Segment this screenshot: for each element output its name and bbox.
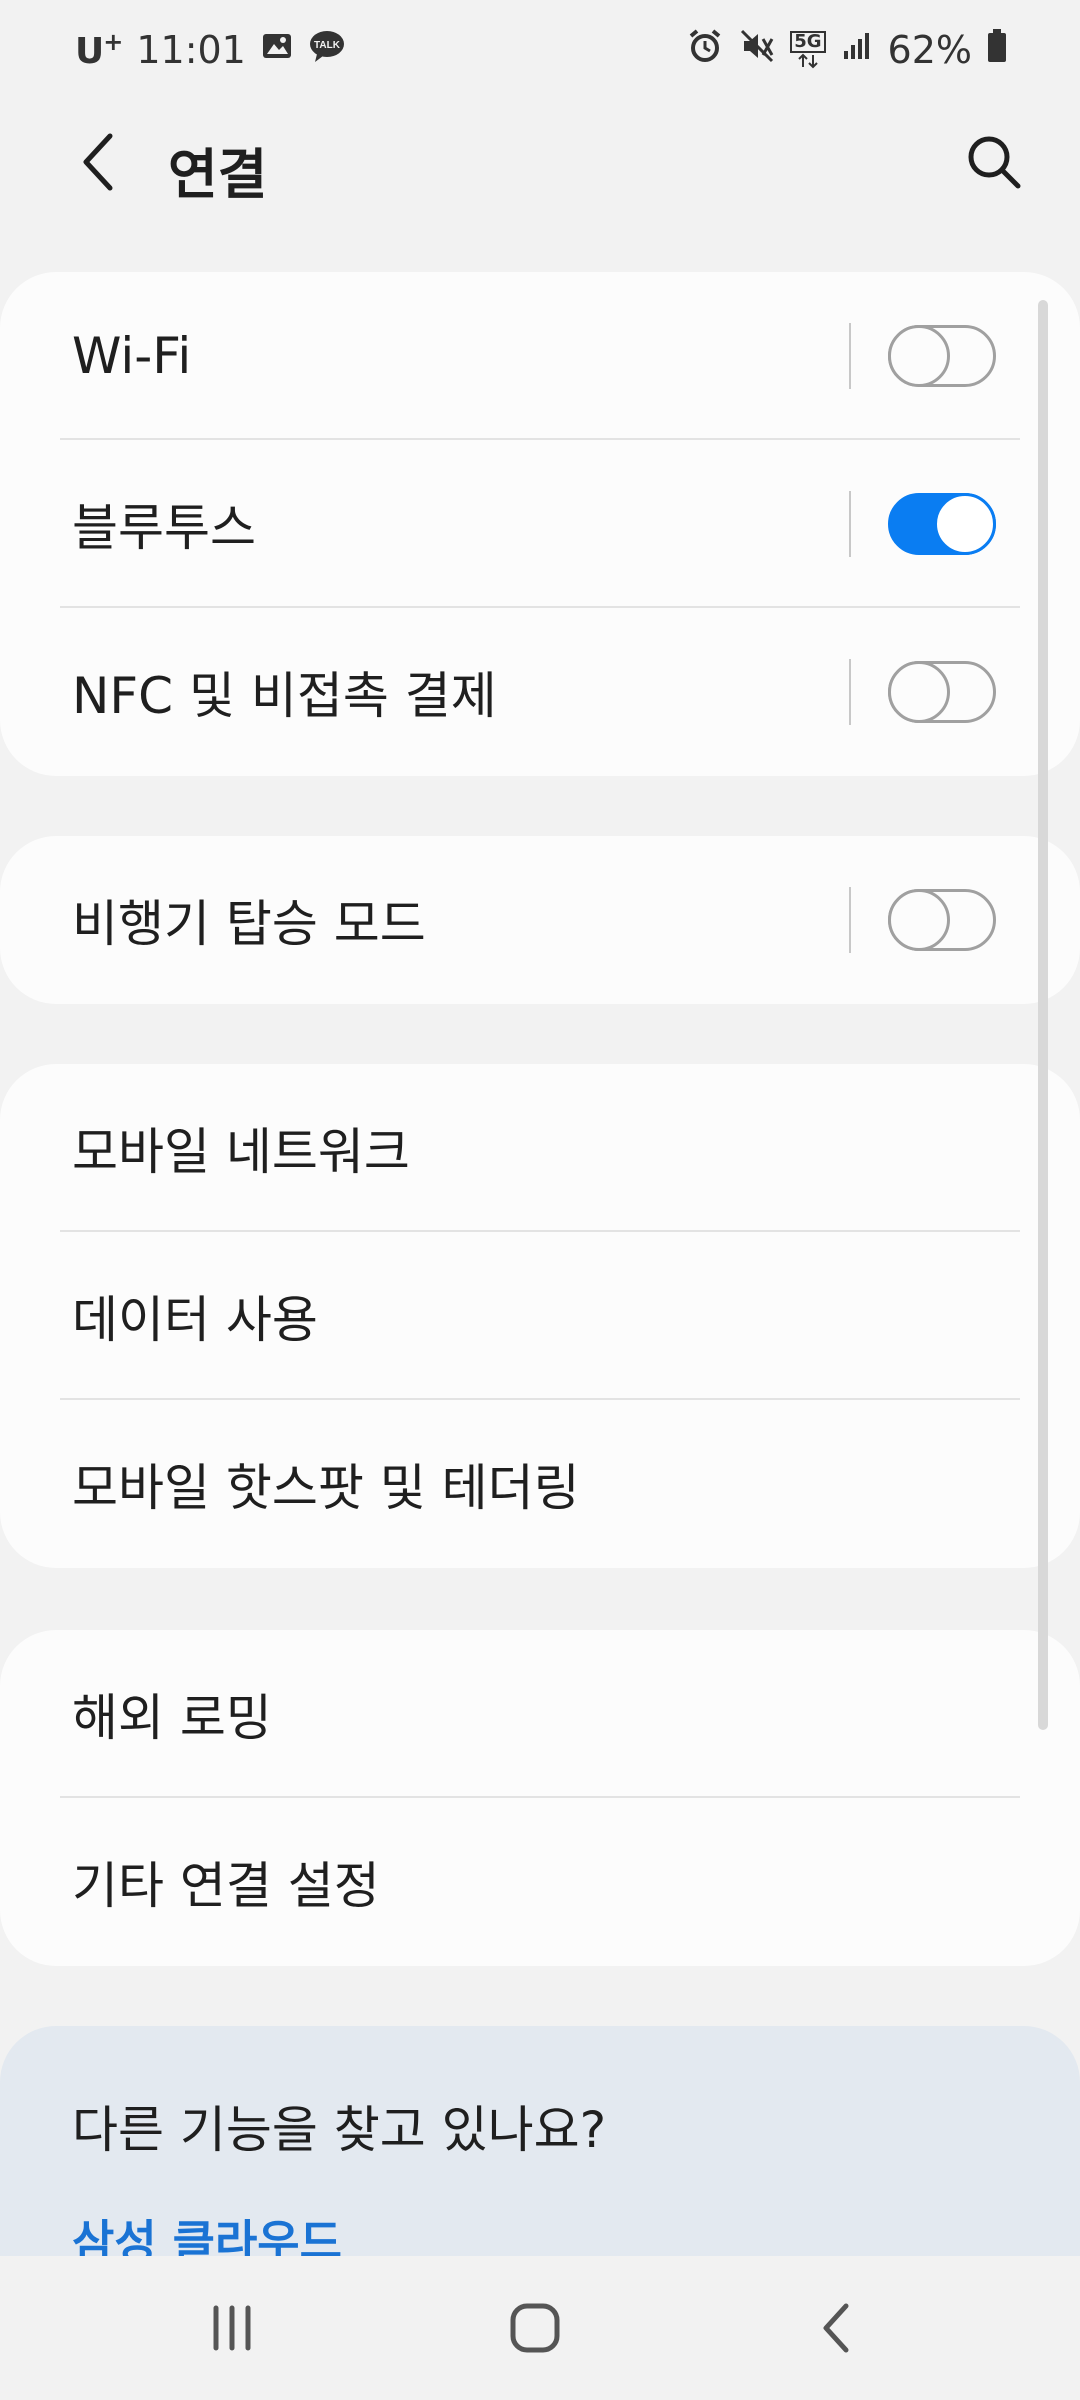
home-icon [510,2303,560,2353]
status-right: 5G 62% [686,22,1008,78]
airplane-mode-row[interactable]: 비행기 탑승 모드 [0,836,1080,1004]
recent-apps-icon [213,2305,251,2351]
more-connection-settings-row[interactable]: 기타 연결 설정 [0,1798,1080,1966]
back-icon [823,2303,849,2353]
separator [849,887,851,953]
toggle-knob [934,493,996,555]
wifi-row[interactable]: Wi-Fi [0,272,1080,440]
more-settings-card: 해외 로밍 기타 연결 설정 [0,1630,1080,1966]
roaming-row[interactable]: 해외 로밍 [0,1630,1080,1798]
wifi-toggle[interactable] [888,325,996,387]
scrollbar[interactable] [1038,300,1048,1730]
more-connection-settings-label: 기타 연결 설정 [72,1857,380,1915]
gallery-icon [260,28,294,72]
data-usage-label: 데이터 사용 [72,1291,318,1349]
roaming-label: 해외 로밍 [72,1689,272,1747]
home-button[interactable] [485,2278,585,2378]
network-5g-icon: 5G [790,31,826,69]
bluetooth-row[interactable]: 블루투스 [0,440,1080,608]
chevron-left-icon [83,133,113,191]
search-button[interactable] [954,122,1034,202]
nav-back-button[interactable] [788,2278,888,2378]
search-icon [968,136,1021,189]
airplane-mode-toggle[interactable] [888,889,996,951]
alarm-icon [686,27,724,74]
airplane-mode-card: 비행기 탑승 모드 [0,836,1080,1004]
toggle-knob [888,325,950,387]
separator [849,491,851,557]
back-button[interactable] [58,122,138,202]
recent-apps-button[interactable] [182,2278,282,2378]
signal-icon [840,28,874,72]
status-time: 11:01 [136,28,246,72]
nfc-toggle[interactable] [888,661,996,723]
toggle-knob [888,889,950,951]
status-left: U+ 11:01 TALK [75,22,346,78]
carrier-label: U+ [75,28,123,72]
nfc-label: NFC 및 비접촉 결제 [72,667,497,725]
airplane-mode-label: 비행기 탑승 모드 [72,895,426,953]
suggestion-card: 다른 기능을 찾고 있나요? 삼성 클라우드 [0,2026,1080,2256]
suggestion-title: 다른 기능을 찾고 있나요? [72,2101,607,2159]
mute-icon [738,27,776,74]
status-bar: U+ 11:01 TALK 5G 62% [0,0,1080,100]
mobile-network-row[interactable]: 모바일 네트워크 [0,1064,1080,1232]
separator [849,323,851,389]
hotspot-tethering-row[interactable]: 모바일 핫스팟 및 테더링 [0,1400,1080,1568]
network-card: 모바일 네트워크 데이터 사용 모바일 핫스팟 및 테더링 [0,1064,1080,1568]
app-bar: 연결 [0,100,1080,230]
nfc-row[interactable]: NFC 및 비접촉 결제 [0,608,1080,776]
kakaotalk-icon: TALK [308,28,346,72]
hotspot-tethering-label: 모바일 핫스팟 및 테더링 [72,1459,580,1517]
battery-icon [986,28,1008,73]
wifi-label: Wi-Fi [72,327,192,385]
data-usage-row[interactable]: 데이터 사용 [0,1232,1080,1400]
toggle-knob [888,661,950,723]
page-title: 연결 [168,143,268,206]
separator [849,659,851,725]
samsung-cloud-link[interactable]: 삼성 클라우드 [72,2206,342,2256]
battery-percent: 62% [887,28,972,72]
bluetooth-toggle[interactable] [888,493,996,555]
mobile-network-label: 모바일 네트워크 [72,1123,410,1181]
svg-text:TALK: TALK [314,40,341,51]
navigation-bar [0,2256,1080,2400]
connection-toggles-card: Wi-Fi 블루투스 NFC 및 비접촉 결제 [0,272,1080,776]
bluetooth-label: 블루투스 [72,499,256,557]
